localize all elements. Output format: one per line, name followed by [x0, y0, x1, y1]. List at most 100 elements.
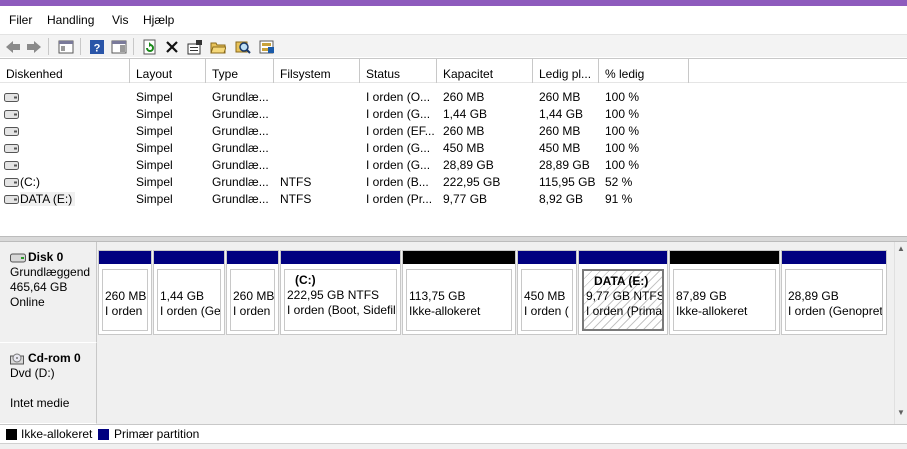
partition-title: DATA (E:): [594, 274, 649, 288]
column-status[interactable]: Status: [360, 59, 437, 83]
volume-drive-icon: [4, 93, 19, 102]
table-cell: 222,95 GB: [443, 175, 501, 189]
partition-size: 113,75 GB: [409, 289, 466, 303]
partition-status: Ikke-allokeret: [676, 304, 748, 318]
partition-bar-primary: [99, 251, 151, 264]
table-cell: 100 %: [605, 107, 640, 121]
column-type[interactable]: Type: [206, 59, 274, 83]
table-row[interactable]: Simpel Grundlæ... I orden (G... 450 MB 450 M…: [0, 140, 700, 157]
table-cell: Grundlæ...: [212, 141, 269, 155]
menu-filer[interactable]: Filer: [9, 13, 32, 27]
table-cell: 100 %: [605, 158, 640, 172]
table-row[interactable]: Simpel Grundlæ... I orden (EF... 260 MB 260 …: [0, 123, 700, 140]
table-row[interactable]: Simpel Grundlæ... I orden (O... 260 MB 260 M…: [0, 89, 700, 106]
partition-block[interactable]: 260 MB I orden: [98, 250, 152, 335]
refresh-icon[interactable]: [141, 38, 158, 55]
cdrom0-name: Cd-rom 0: [28, 351, 81, 365]
table-cell: Grundlæ...: [212, 158, 269, 172]
vertical-scrollbar[interactable]: ▲ ▼: [894, 242, 907, 424]
table-cell: I orden (G...: [366, 107, 431, 121]
menu-handling[interactable]: Handling: [47, 13, 94, 27]
table-cell: DATA (E:): [20, 192, 76, 206]
partition-block[interactable]: (C:) 222,95 GB NTFS I orden (Boot, Sidefil: [280, 250, 401, 335]
partition-block[interactable]: 28,89 GB I orden (Genopret: [781, 250, 887, 335]
disk-graphical-view: Disk 0 Grundlæggend 465,64 GB Online 260…: [0, 242, 907, 424]
table-cell: I orden (B...: [366, 175, 429, 189]
volume-drive-icon: [4, 195, 19, 204]
table-cell: Simpel: [136, 107, 173, 121]
partition-info: (C:) 222,95 GB NTFS I orden (Boot, Sidefil: [284, 269, 397, 331]
properties-pane-icon[interactable]: [110, 38, 127, 55]
table-row[interactable]: Simpel Grundlæ... I orden (G... 28,89 GB 28,…: [0, 157, 700, 174]
legend: Ikke-allokeret Primær partition: [0, 424, 907, 443]
volume-drive-icon: [4, 178, 19, 187]
cdrom0-drive: Dvd (D:): [10, 366, 55, 380]
table-cell: 8,92 GB: [539, 192, 584, 206]
table-cell: NTFS: [280, 192, 312, 206]
cdrom0-label[interactable]: Cd-rom 0 Dvd (D:) Intet medie: [0, 343, 97, 424]
properties-icon[interactable]: [186, 38, 203, 55]
legend-primary: Primær partition: [114, 427, 200, 441]
volume-list-header: Diskenhed Layout Type Filsystem Status K…: [0, 59, 907, 83]
table-cell: Simpel: [136, 175, 173, 189]
legend-swatch-unallocated: [6, 429, 17, 440]
partition-info: 113,75 GB Ikke-allokeret: [406, 269, 512, 331]
menu-vis[interactable]: Vis: [112, 13, 128, 27]
partition-size: 1,44 GB: [160, 289, 205, 303]
table-row[interactable]: (C:) Simpel Grundlæ... NTFS I orden (B... 222…: [0, 174, 700, 191]
partition-status: I orden (: [524, 304, 569, 318]
column-ledig-plads[interactable]: Ledig pl...: [533, 59, 599, 83]
partition-title: (C:): [295, 273, 316, 287]
table-cell: 91 %: [605, 192, 633, 206]
scroll-up-icon[interactable]: ▲: [897, 244, 905, 253]
partition-block[interactable]: 450 MB I orden (: [517, 250, 577, 335]
table-cell: 260 MB: [443, 124, 485, 138]
partition-block[interactable]: DATA (E:) 9,77 GB NTFS I orden (Prima: [578, 250, 668, 335]
table-row[interactable]: DATA (E:) Simpel Grundlæ... NTFS I orden (Pr…: [0, 191, 700, 208]
cd-drive-icon: [10, 353, 24, 365]
console-tree-icon[interactable]: [57, 38, 74, 55]
table-cell: 100 %: [605, 90, 640, 104]
partition-status: I orden: [105, 304, 143, 318]
table-row[interactable]: Simpel Grundlæ... I orden (G... 1,44 GB 1,44…: [0, 106, 700, 123]
partition-status: I orden: [233, 304, 271, 318]
delete-icon[interactable]: [163, 38, 180, 55]
partition-info: 28,89 GB I orden (Genopret: [785, 269, 883, 331]
table-cell: 450 MB: [443, 141, 485, 155]
search-disk-icon[interactable]: [234, 38, 251, 55]
partition-info: 1,44 GB I orden (Ge: [157, 269, 221, 331]
column-procent-ledig[interactable]: % ledig: [599, 59, 689, 83]
table-cell: Grundlæ...: [212, 107, 269, 121]
scroll-down-icon[interactable]: ▼: [897, 408, 905, 417]
table-cell: Grundlæ...: [212, 192, 269, 206]
forward-arrow-icon[interactable]: [25, 38, 42, 55]
partition-bar-unallocated: [403, 251, 515, 264]
column-filsystem[interactable]: Filsystem: [274, 59, 360, 83]
back-arrow-icon[interactable]: [4, 38, 21, 55]
column-kapacitet[interactable]: Kapacitet: [437, 59, 533, 83]
partition-block[interactable]: 1,44 GB I orden (Ge: [153, 250, 225, 335]
partition-info: 450 MB I orden (: [521, 269, 573, 331]
table-cell: I orden (EF...: [366, 124, 435, 138]
partition-size: 260 MB: [105, 289, 147, 303]
partition-info: 87,89 GB Ikke-allokeret: [673, 269, 776, 331]
partition-bar-primary: [782, 251, 886, 264]
column-diskenhed[interactable]: Diskenhed: [0, 59, 130, 83]
open-folder-icon[interactable]: [209, 38, 226, 55]
partition-block[interactable]: 260 MB I orden: [226, 250, 279, 335]
table-cell: I orden (G...: [366, 141, 431, 155]
partition-block[interactable]: 113,75 GB Ikke-allokeret: [402, 250, 516, 335]
table-cell: 100 %: [605, 141, 640, 155]
table-cell: Grundlæ...: [212, 90, 269, 104]
rescan-disks-icon[interactable]: [258, 38, 275, 55]
volume-drive-icon: [4, 127, 19, 136]
table-cell: 260 MB: [443, 90, 485, 104]
menu-hjaelp[interactable]: Hjælp: [143, 13, 174, 27]
table-cell: Simpel: [136, 192, 173, 206]
table-cell: Simpel: [136, 141, 173, 155]
disk0-label[interactable]: Disk 0 Grundlæggend 465,64 GB Online: [0, 242, 97, 343]
partition-block[interactable]: 87,89 GB Ikke-allokeret: [669, 250, 780, 335]
help-icon[interactable]: ?: [88, 38, 105, 55]
partition-status: I orden (Ge: [160, 304, 221, 318]
column-layout[interactable]: Layout: [130, 59, 206, 83]
